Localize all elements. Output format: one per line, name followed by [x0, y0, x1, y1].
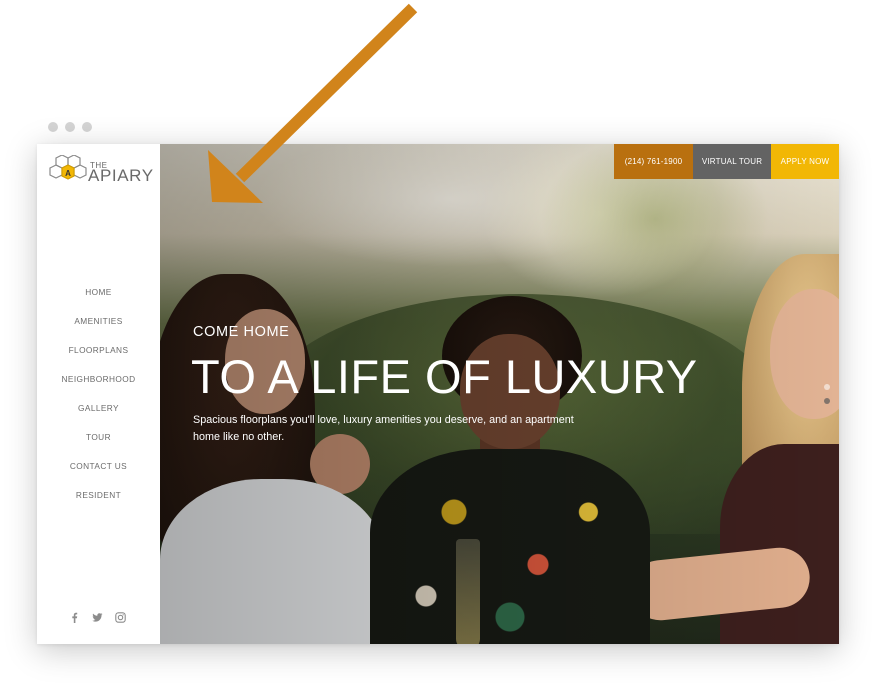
hero-section: (214) 761-1900 VIRTUAL TOUR APPLY NOW CO… — [160, 144, 839, 644]
hero-eyebrow: COME HOME — [193, 324, 290, 340]
instagram-icon[interactable] — [115, 610, 126, 623]
nav-item-amenities[interactable]: AMENITIES — [37, 313, 160, 342]
slider-dot[interactable] — [824, 384, 830, 390]
nav-item-gallery[interactable]: GALLERY — [37, 400, 160, 429]
main-nav: HOME AMENITIES FLOORPLANS NEIGHBORHOOD G… — [37, 284, 160, 516]
nav-item-tour[interactable]: TOUR — [37, 429, 160, 458]
window-dot — [48, 122, 58, 132]
virtual-tour-button[interactable]: VIRTUAL TOUR — [693, 144, 771, 179]
window-controls — [48, 122, 92, 132]
slider-dot-active[interactable] — [824, 398, 830, 404]
hero-headline: TO A LIFE OF LUXURY — [191, 350, 698, 403]
nav-item-neighborhood[interactable]: NEIGHBORHOOD — [37, 371, 160, 400]
apply-now-button[interactable]: APPLY NOW — [771, 144, 839, 179]
window-dot — [82, 122, 92, 132]
browser-frame: A THE APIARY HOME AMENITIES FLOORPLANS N… — [37, 144, 839, 644]
header-actions: (214) 761-1900 VIRTUAL TOUR APPLY NOW — [614, 144, 839, 179]
phone-button[interactable]: (214) 761-1900 — [614, 144, 693, 179]
slider-pager — [824, 384, 830, 404]
nav-item-resident[interactable]: RESIDENT — [37, 487, 160, 516]
svg-text:A: A — [65, 169, 71, 178]
window-dot — [65, 122, 75, 132]
apiary-logo[interactable]: A THE APIARY — [49, 155, 153, 189]
facebook-icon[interactable] — [69, 610, 80, 623]
nav-item-floorplans[interactable]: FLOORPLANS — [37, 342, 160, 371]
social-links — [69, 610, 126, 623]
honeycomb-logo-icon: A — [49, 155, 87, 180]
nav-item-home[interactable]: HOME — [37, 284, 160, 313]
twitter-icon[interactable] — [92, 610, 103, 622]
nav-item-contact-us[interactable]: CONTACT US — [37, 458, 160, 487]
logo-text-main: APIARY — [88, 166, 154, 185]
sidebar: A THE APIARY HOME AMENITIES FLOORPLANS N… — [37, 144, 160, 644]
hero-subtext: Spacious floorplans you'll love, luxury … — [193, 414, 574, 443]
